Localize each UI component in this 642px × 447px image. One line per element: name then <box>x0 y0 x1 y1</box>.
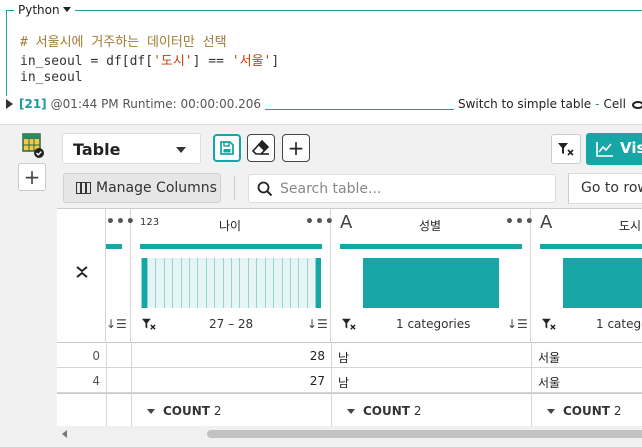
row-index: 0 <box>92 349 100 363</box>
cell-city: 서울 <box>538 351 561 365</box>
view-select-value: Table <box>73 140 121 159</box>
columns-icon <box>76 182 91 194</box>
chevron-down-icon <box>176 147 186 153</box>
plus-icon: + <box>23 165 41 189</box>
chart-icon <box>596 142 613 157</box>
sort-icon[interactable]: ↓☰ <box>307 317 328 331</box>
filter-categories: 1 catego <box>596 317 642 331</box>
execution-meta: @01:44 PM Runtime: 00:00:00.206 <box>50 97 262 111</box>
summary-age[interactable]: COUNT 2 <box>147 404 221 418</box>
scrollbar-thumb[interactable] <box>207 430 642 438</box>
column-name: 성별 <box>419 219 442 233</box>
text-type-icon: A <box>540 212 553 233</box>
numeric-type-icon: 123 <box>140 217 160 228</box>
cell-age: 28 <box>309 349 325 363</box>
table-output-icon[interactable] <box>22 133 44 158</box>
code-string: '도시' <box>153 54 193 69</box>
histogram <box>141 258 322 308</box>
visualize-button[interactable]: Visi <box>586 133 642 165</box>
add-output-button[interactable]: + <box>18 163 46 191</box>
collapse-icon[interactable] <box>75 264 89 283</box>
column-header-partial[interactable]: ••• ↓☰ <box>106 209 135 343</box>
table-row[interactable]: 0 28 남 서울 <box>57 343 642 368</box>
manage-columns-button[interactable]: Manage Columns <box>63 173 221 203</box>
column-header-city[interactable]: A 도시 1 catego <box>531 209 642 343</box>
execution-count: [21] <box>19 97 47 111</box>
horizontal-scrollbar[interactable] <box>57 426 642 442</box>
search-box[interactable] <box>248 174 556 203</box>
code-comment: # 서울시에 거주하는 데이터만 선택 <box>20 35 227 50</box>
column-bar <box>106 244 122 249</box>
filter-icon <box>558 143 574 156</box>
summary-value: 2 <box>213 404 222 418</box>
sort-icon[interactable]: ↓☰ <box>106 317 127 331</box>
index-column-header <box>57 209 106 343</box>
filter-icon[interactable] <box>341 317 357 331</box>
plus-icon: + <box>287 136 305 160</box>
summary-label: COUNT <box>163 404 210 418</box>
code-text: in_seoul = df[df[ <box>20 54 154 69</box>
clear-button[interactable] <box>247 134 275 162</box>
column-header-age[interactable]: 123 나이 ••• 27 – 28 ↓☰ <box>131 209 334 343</box>
code-line-2: in_seoul = df[df['도시'] == '서울'] <box>20 50 279 69</box>
code-line-3: in_seoul <box>20 70 83 85</box>
summary-value: 2 <box>613 404 622 418</box>
cell-gender: 남 <box>338 376 350 390</box>
chevron-down-icon <box>347 409 355 414</box>
filter-button[interactable] <box>551 134 581 164</box>
switch-simple-table-link[interactable]: Switch to simple table <box>458 97 591 111</box>
eye-icon[interactable] <box>631 101 642 109</box>
category-bar <box>363 258 499 308</box>
manage-columns-label: Manage Columns <box>96 180 217 196</box>
divider <box>234 176 235 200</box>
column-name: 나이 <box>219 219 242 233</box>
summary-label: COUNT <box>563 404 610 418</box>
data-grid: ••• ↓☰ 123 나이 ••• 27 – 28 ↓☰ A 성별 ••• 1 … <box>57 208 642 426</box>
chevron-down-icon <box>547 409 555 414</box>
code-string: '서울' <box>231 54 272 69</box>
cell-gender: 남 <box>338 351 350 365</box>
summary-value: 2 <box>413 404 422 418</box>
language-selector[interactable]: Python <box>14 3 75 17</box>
cell-menu[interactable]: Cell <box>604 97 626 111</box>
summary-city[interactable]: COUNT 2 <box>547 404 621 418</box>
filter-range: 27 – 28 <box>209 317 254 331</box>
cell-age: 27 <box>309 374 325 388</box>
cell-city: 서울 <box>538 376 561 390</box>
output-options: Switch to simple table - Cell <box>454 97 642 111</box>
filter-categories: 1 categories <box>396 317 471 331</box>
column-name: 도시 <box>619 219 642 233</box>
language-label: Python <box>18 3 60 17</box>
column-bar <box>540 244 642 249</box>
column-bar <box>140 244 322 249</box>
table-row[interactable]: 4 27 남 서울 <box>57 368 642 393</box>
text-type-icon: A <box>340 212 353 233</box>
code-text: ] == <box>192 54 232 69</box>
execution-info: [21] @01:44 PM Runtime: 00:00:00.206 <box>6 96 266 112</box>
scroll-left-icon[interactable] <box>62 430 67 438</box>
column-header-gender[interactable]: A 성별 ••• 1 categories ↓☰ <box>331 209 534 343</box>
sort-icon[interactable]: ↓☰ <box>507 317 528 331</box>
search-input[interactable] <box>280 180 540 197</box>
save-icon <box>220 141 234 155</box>
category-bar <box>563 258 642 308</box>
column-bar <box>340 244 522 249</box>
chevron-down-icon <box>147 409 155 414</box>
eraser-icon <box>252 140 270 155</box>
view-select[interactable]: Table <box>62 133 201 164</box>
play-icon[interactable] <box>6 99 13 109</box>
column-summary-row: COUNT 2 COUNT 2 COUNT 2 <box>57 393 642 426</box>
search-icon <box>257 181 273 196</box>
filter-icon[interactable] <box>141 317 157 331</box>
summary-gender[interactable]: COUNT 2 <box>347 404 421 418</box>
summary-label: COUNT <box>363 404 410 418</box>
filter-icon[interactable] <box>541 317 557 331</box>
save-button[interactable] <box>213 134 241 162</box>
add-button[interactable]: + <box>282 134 310 162</box>
code-text: ] <box>271 54 280 69</box>
chevron-down-icon <box>62 7 71 12</box>
row-index: 4 <box>92 374 100 388</box>
visualize-label: Visi <box>620 139 642 157</box>
go-to-row-input[interactable]: Go to row <box>568 173 642 204</box>
